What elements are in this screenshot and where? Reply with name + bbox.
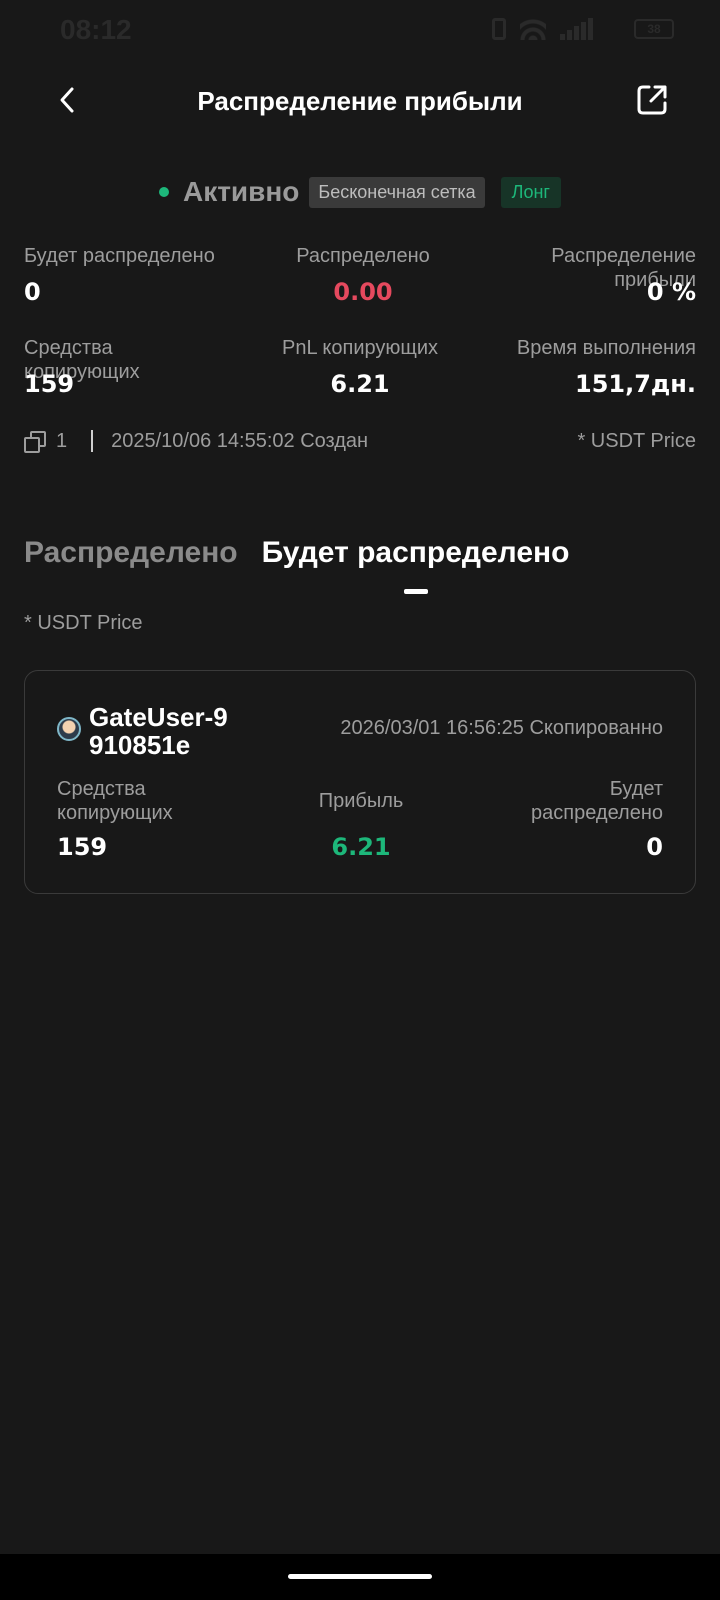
created-date: 2025/10/06 14:55:02 Создан (111, 429, 369, 452)
card-stat-value: 0 (646, 833, 663, 861)
avatar (57, 717, 81, 741)
strategy-type-badge: Бесконечная сетка (309, 176, 485, 208)
copies-count: 1 (56, 429, 68, 452)
stats-row-2: Средства копирующих 159 PnL копирующих 6… (24, 336, 696, 406)
stat-value: 151,7дн. (575, 370, 696, 398)
vibrate-icon (492, 18, 506, 40)
direction-badge: Лонг (500, 176, 561, 208)
home-indicator[interactable] (288, 1574, 432, 1579)
header: Распределение прибыли (0, 60, 720, 140)
card-date: 2026/03/01 16:56:25 Скопированно (340, 717, 663, 739)
status-time: 08:12 (60, 14, 132, 45)
tab-active-indicator (403, 589, 428, 594)
strategy-status-row: Активно Бесконечная сетка Лонг (0, 176, 720, 208)
meta-row: 1 2025/10/06 14:55:02 Создан * USDT Pric… (24, 426, 696, 456)
status-bar: 08:12 38 (0, 0, 720, 60)
copier-card[interactable]: GateUser-9910851e 2026/03/01 16:56:25 Ск… (24, 670, 696, 894)
tab-note: * USDT Price (24, 612, 143, 634)
stats-row-1: Будет распределено 0 Распределено 0.00 Р… (24, 244, 696, 314)
tab-distributed[interactable]: Распределено (24, 536, 238, 594)
page-title: Распределение прибыли (197, 86, 523, 116)
wifi-icon (520, 18, 546, 40)
share-button[interactable] (628, 76, 676, 124)
stat-label: Время выполнения (516, 337, 696, 359)
stat-runtime: Время выполнения 151,7дн. (517, 336, 696, 398)
tab-label: Распределено (24, 536, 238, 569)
divider (91, 430, 94, 452)
signal-icon (560, 18, 620, 40)
tab-label: Будет распределено (261, 536, 570, 569)
stat-profit-share: Распределение прибыли 0 % (526, 244, 696, 306)
stat-value: 0 % (646, 278, 696, 306)
card-stat-label: Будет распределено (531, 778, 663, 824)
system-nav-bar (0, 1554, 720, 1600)
copy-icon (24, 431, 46, 453)
status-icons: 38 (492, 18, 674, 40)
share-icon (637, 85, 667, 115)
tab-to-distribute[interactable]: Будет распределено (261, 536, 570, 594)
card-user: GateUser-9910851e (57, 703, 239, 759)
price-note: * USDT Price (577, 429, 696, 452)
username: GateUser-9910851e (89, 702, 228, 760)
status-text: Активно (182, 176, 300, 207)
card-stat-to-distribute: Будет распределено 0 (513, 777, 663, 861)
battery-icon: 38 (634, 19, 674, 39)
tab-bar: Распределено Будет распределено (24, 536, 569, 594)
status-dot-icon (158, 187, 169, 197)
